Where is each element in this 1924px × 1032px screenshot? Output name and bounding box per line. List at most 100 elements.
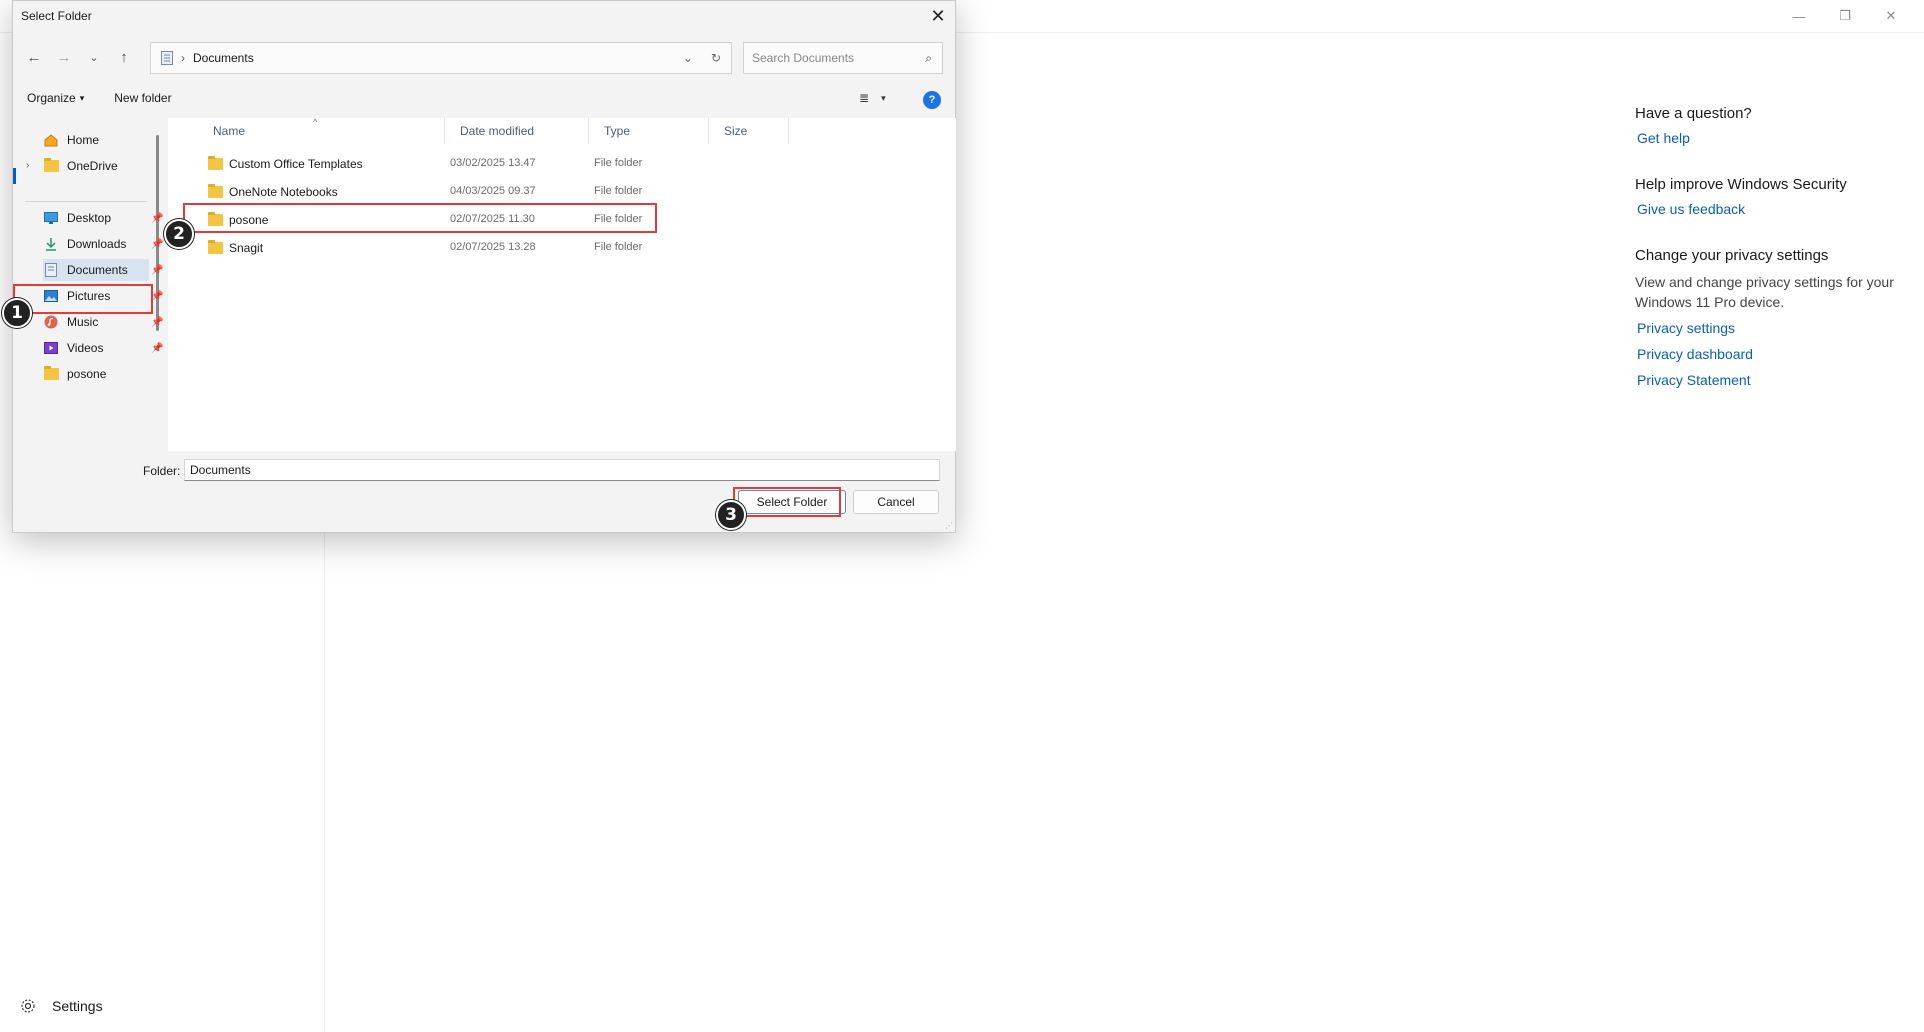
nav-item-label: Music	[67, 315, 99, 329]
forward-arrow-icon[interactable]: →	[55, 49, 73, 66]
up-arrow-icon[interactable]: ↑	[115, 49, 133, 66]
privacy-text: View and change privacy settings for you…	[1635, 274, 1894, 310]
column-header-date[interactable]: Date modified	[460, 124, 534, 138]
privacy-heading: Change your privacy settings	[1635, 247, 1829, 264]
selection-accent	[13, 168, 16, 184]
file-type: File folder	[594, 241, 643, 253]
left-rail-divider	[324, 533, 325, 1032]
pin-icon[interactable]: 📌	[151, 343, 163, 354]
restore-button[interactable]: ❐	[1822, 6, 1868, 26]
minimize-button[interactable]: —	[1776, 6, 1822, 26]
column-header-type[interactable]: Type	[604, 124, 630, 138]
search-placeholder: Search Documents	[752, 51, 855, 65]
nav-item-posone[interactable]: posone	[43, 363, 106, 385]
folder-name-input[interactable]: Documents	[184, 459, 940, 481]
file-name: Snagit	[208, 240, 264, 255]
home-icon	[43, 133, 59, 147]
nav-item-label: Downloads	[67, 237, 127, 251]
download-icon	[43, 237, 59, 251]
folder-icon	[208, 240, 223, 254]
file-row[interactable]: Snagit 02/07/2025 13.28 File folder	[168, 237, 956, 259]
navigation-buttons: ← → ⌄ ↑	[25, 45, 133, 69]
address-dropdown-icon[interactable]: ⌄	[683, 51, 693, 65]
get-help-link[interactable]: Get help	[1635, 130, 1895, 146]
new-folder-button[interactable]: New folder	[114, 91, 171, 105]
back-arrow-icon[interactable]: ←	[25, 49, 43, 66]
close-icon[interactable]: ✕	[927, 5, 949, 27]
nav-item-label: Home	[67, 133, 100, 147]
pin-icon[interactable]: 📌	[151, 265, 163, 276]
close-window-button[interactable]: ✕	[1868, 6, 1914, 26]
pin-icon[interactable]: 📌	[151, 317, 163, 328]
column-separator[interactable]	[708, 118, 709, 144]
nav-item-documents[interactable]: Documents 📌	[43, 259, 163, 281]
pin-icon[interactable]: 📌	[151, 213, 163, 224]
file-name-text: OneNote Notebooks	[229, 185, 338, 199]
feedback-link[interactable]: Give us feedback	[1635, 201, 1895, 217]
caret-down-icon: ▾	[79, 92, 85, 103]
improve-heading: Help improve Windows Security	[1635, 176, 1847, 193]
refresh-icon[interactable]: ↻	[711, 51, 721, 65]
highlight-box-select-folder	[733, 487, 841, 517]
recent-dropdown-icon[interactable]: ⌄	[85, 51, 103, 64]
expand-chevron-icon[interactable]: ›	[26, 160, 29, 171]
step-badge-3: 3	[716, 500, 746, 530]
column-separator[interactable]	[588, 118, 589, 144]
privacy-section: Change your privacy settings View and ch…	[1635, 247, 1895, 388]
file-list: Name ^ Date modified Type Size Custom Of…	[168, 117, 956, 451]
folder-icon	[43, 366, 59, 381]
help-side-panel: Have a question? Get help Help improve W…	[1635, 105, 1895, 418]
folder-icon	[208, 156, 223, 170]
nav-item-label: Videos	[67, 341, 104, 355]
file-name: OneNote Notebooks	[208, 184, 338, 199]
organize-button[interactable]: Organize ▾	[27, 91, 84, 105]
videos-icon	[43, 341, 59, 355]
column-separator[interactable]	[788, 118, 789, 144]
folder-icon	[43, 158, 59, 173]
settings-label: Settings	[52, 998, 103, 1014]
select-folder-dialog: Select Folder ✕ ← → ⌄ ↑ › Documents ⌄ ↻ …	[12, 0, 956, 533]
new-folder-label: New folder	[114, 91, 172, 105]
pin-icon[interactable]: 📌	[151, 239, 163, 250]
nav-scrollbar[interactable]	[156, 135, 159, 331]
nav-item-videos[interactable]: Videos 📌	[43, 337, 163, 359]
settings-nav-item[interactable]: Settings	[20, 998, 103, 1014]
resize-grip-icon[interactable]: ⋰	[945, 521, 953, 530]
file-row[interactable]: OneNote Notebooks 04/03/2025 09.37 File …	[168, 181, 956, 203]
nav-item-downloads[interactable]: Downloads 📌	[43, 233, 163, 255]
nav-item-label: Documents	[67, 263, 128, 277]
column-header-name[interactable]: Name	[213, 124, 245, 138]
nav-item-desktop[interactable]: Desktop 📌	[43, 207, 163, 229]
privacy-dashboard-link[interactable]: Privacy dashboard	[1635, 346, 1895, 362]
nav-item-music[interactable]: Music 📌	[43, 311, 163, 333]
file-name-text: Custom Office Templates	[229, 157, 363, 171]
file-type: File folder	[594, 157, 643, 169]
list-view-icon: ≣	[859, 91, 870, 105]
column-separator[interactable]	[444, 118, 445, 144]
column-header-size[interactable]: Size	[724, 124, 747, 138]
improve-section: Help improve Windows Security Give us fe…	[1635, 176, 1895, 217]
file-date: 03/02/2025 13.47	[450, 157, 536, 169]
view-options-button[interactable]: ≣ ▾	[859, 91, 886, 105]
step-badge-1: 1	[2, 298, 32, 328]
breadcrumb-documents[interactable]: Documents	[193, 51, 254, 65]
search-icon[interactable]: ⌕	[925, 51, 932, 66]
file-row[interactable]: Custom Office Templates 03/02/2025 13.47…	[168, 153, 956, 175]
cancel-button[interactable]: Cancel	[853, 490, 939, 514]
breadcrumb-chevron-icon: ›	[181, 51, 185, 65]
privacy-settings-link[interactable]: Privacy settings	[1635, 320, 1895, 336]
file-name: Custom Office Templates	[208, 156, 363, 171]
documents-icon	[43, 263, 59, 277]
search-box[interactable]: Search Documents ⌕	[743, 42, 943, 74]
file-name-text: Snagit	[229, 241, 264, 255]
question-section: Have a question? Get help	[1635, 105, 1895, 146]
gear-icon	[21, 999, 35, 1013]
help-icon[interactable]: ?	[923, 91, 941, 109]
nav-item-label: OneDrive	[67, 159, 118, 173]
documents-icon	[161, 51, 173, 65]
address-bar[interactable]: › Documents ⌄ ↻	[150, 42, 732, 74]
nav-item-home[interactable]: Home	[43, 129, 99, 151]
music-icon	[43, 315, 59, 329]
privacy-statement-link[interactable]: Privacy Statement	[1635, 372, 1895, 388]
nav-item-onedrive[interactable]: OneDrive	[43, 155, 118, 177]
